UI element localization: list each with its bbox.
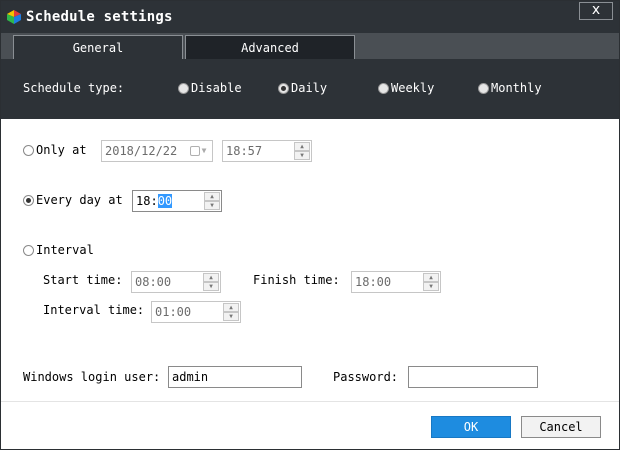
close-button[interactable]: x xyxy=(579,2,613,20)
only-at-label: Only at xyxy=(36,143,87,157)
close-icon: x xyxy=(591,2,601,18)
radio-label: Monthly xyxy=(491,81,542,95)
password-input[interactable] xyxy=(408,366,538,388)
ok-button[interactable]: OK xyxy=(431,416,511,438)
dialog-title: Schedule settings xyxy=(26,9,173,25)
finish-time-field[interactable]: 18:00 ▲ ▼ xyxy=(351,271,441,293)
interval-label: Interval xyxy=(36,243,94,257)
spin-down-icon[interactable]: ▼ xyxy=(223,312,239,321)
schedule-type-monthly-radio[interactable]: Monthly xyxy=(478,81,542,95)
spin-down-icon[interactable]: ▼ xyxy=(203,282,219,291)
start-time-value: 08:00 xyxy=(135,275,172,289)
only-at-time-field[interactable]: 18:57 ▲ ▼ xyxy=(222,140,312,162)
schedule-type-weekly-radio[interactable]: Weekly xyxy=(378,81,434,95)
spin-down-icon[interactable]: ▼ xyxy=(204,201,220,210)
windows-login-user-label: Windows login user: xyxy=(23,370,161,384)
only-at-time-value: 18:57 xyxy=(226,144,263,158)
spin-up-icon[interactable]: ▲ xyxy=(203,273,219,282)
spin-up-icon[interactable]: ▲ xyxy=(204,192,220,201)
radio-icon xyxy=(23,144,34,156)
radio-label: Weekly xyxy=(391,81,435,95)
only-at-date-value: 2018/12/22 xyxy=(105,144,178,158)
windows-login-user-input[interactable]: admin xyxy=(168,366,302,388)
spin-up-icon[interactable]: ▲ xyxy=(294,142,310,151)
interval-time-label: Interval time: xyxy=(43,303,145,317)
schedule-type-daily-radio[interactable]: Daily xyxy=(278,81,327,95)
start-time-label: Start time: xyxy=(43,273,123,287)
title-bar[interactable]: Schedule settings x xyxy=(1,1,619,33)
password-label: Password: xyxy=(333,370,399,384)
radio-checked-icon xyxy=(278,82,289,94)
finish-time-label: Finish time: xyxy=(253,273,340,287)
every-day-hour: 18 xyxy=(136,194,151,208)
tab-advanced[interactable]: Advanced xyxy=(185,35,355,59)
finish-time-value: 18:00 xyxy=(355,275,392,289)
radio-checked-icon xyxy=(23,194,34,206)
schedule-type-disable-radio[interactable]: Disable xyxy=(178,81,242,95)
schedule-type-panel: Schedule type: Disable Daily Weekly Mont… xyxy=(1,59,619,119)
interval-radio[interactable]: Interval xyxy=(23,243,94,257)
app-logo-icon xyxy=(7,10,21,24)
interval-time-field[interactable]: 01:00 ▲ ▼ xyxy=(151,301,241,323)
radio-icon xyxy=(23,244,34,256)
time-spinner[interactable]: ▲ ▼ xyxy=(294,142,310,160)
schedule-settings-dialog: Schedule settings x General Advanced Sch… xyxy=(0,0,620,450)
tab-general[interactable]: General xyxy=(13,35,183,59)
radio-icon xyxy=(178,82,189,94)
spin-down-icon[interactable]: ▼ xyxy=(294,151,310,160)
spin-up-icon[interactable]: ▲ xyxy=(223,303,239,312)
tab-bar: General Advanced xyxy=(1,33,619,59)
spin-down-icon[interactable]: ▼ xyxy=(423,282,439,291)
schedule-type-label: Schedule type: xyxy=(23,81,125,95)
windows-login-user-value: admin xyxy=(172,370,209,384)
only-at-date-picker[interactable]: 2018/12/22 ▼ xyxy=(101,140,213,162)
radio-label: Disable xyxy=(191,81,242,95)
every-day-at-radio[interactable]: Every day at xyxy=(23,193,123,207)
radio-icon xyxy=(478,82,489,94)
cancel-button[interactable]: Cancel xyxy=(521,416,601,438)
only-at-radio[interactable]: Only at xyxy=(23,143,87,157)
every-day-at-label: Every day at xyxy=(36,193,123,207)
time-spinner[interactable]: ▲ ▼ xyxy=(203,273,219,291)
every-day-time-field[interactable]: 18:00 ▲ ▼ xyxy=(132,190,222,212)
every-day-minute-selected: 00 xyxy=(157,194,173,208)
radio-label: Daily xyxy=(291,81,328,95)
calendar-dropdown-icon[interactable]: ▼ xyxy=(185,142,211,160)
time-spinner[interactable]: ▲ ▼ xyxy=(223,303,239,321)
start-time-field[interactable]: 08:00 ▲ ▼ xyxy=(131,271,221,293)
time-spinner[interactable]: ▲ ▼ xyxy=(204,192,220,210)
interval-time-value: 01:00 xyxy=(155,305,192,319)
radio-icon xyxy=(378,82,389,94)
time-separator: : xyxy=(150,194,158,208)
time-spinner[interactable]: ▲ ▼ xyxy=(423,273,439,291)
spin-up-icon[interactable]: ▲ xyxy=(423,273,439,282)
